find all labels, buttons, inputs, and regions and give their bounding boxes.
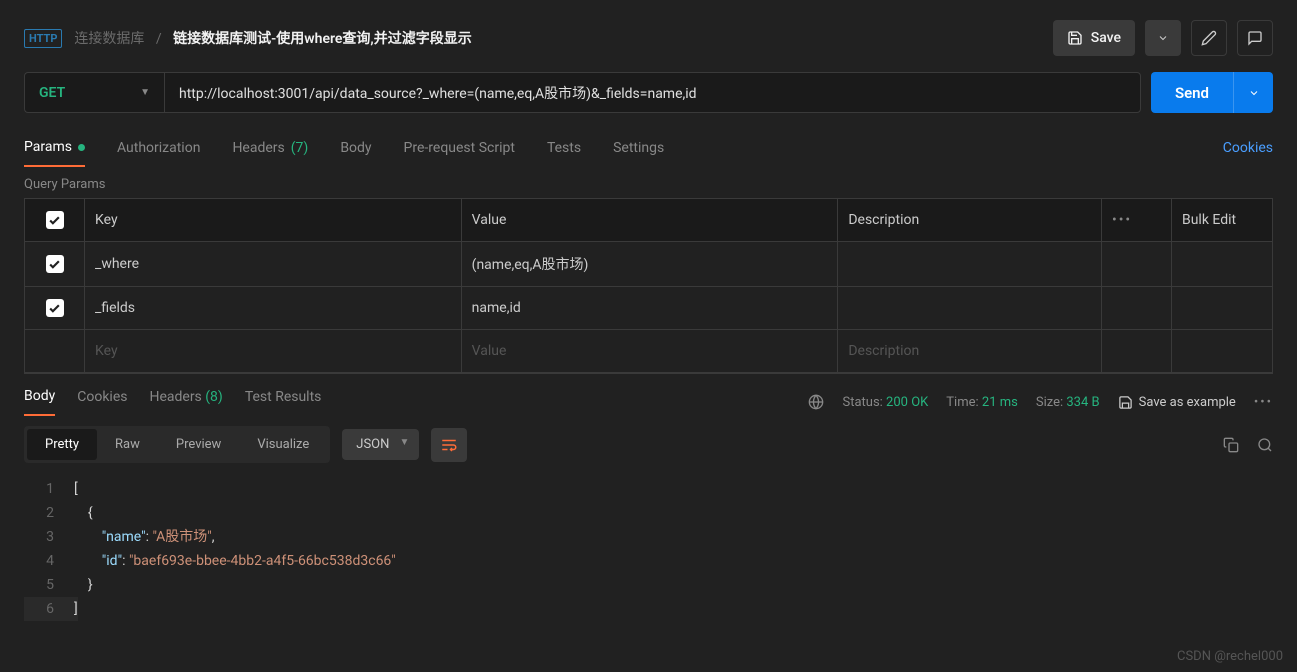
request-row: GET ▼ Send — [0, 72, 1297, 129]
code-line: 5 } — [24, 573, 1273, 597]
copy-icon — [1223, 437, 1239, 453]
value-cell[interactable]: (name,eq,A股市场) — [462, 242, 839, 286]
save-as-example-button[interactable]: Save as example — [1118, 395, 1236, 410]
tab-params[interactable]: Params — [24, 129, 85, 167]
desc-cell[interactable] — [838, 242, 1102, 286]
more-dots-icon: ••• — [1112, 212, 1132, 228]
key-cell[interactable]: _fields — [85, 287, 462, 329]
response-more-button[interactable]: ••• — [1254, 395, 1273, 410]
response-tab-body[interactable]: Body — [24, 388, 55, 416]
cookies-link[interactable]: Cookies — [1223, 130, 1273, 166]
wrap-icon — [440, 436, 458, 454]
response-tab-test-results[interactable]: Test Results — [245, 389, 322, 415]
col-more[interactable]: ••• — [1102, 199, 1172, 241]
code-line: 3 "name": "A股市场", — [24, 525, 1273, 549]
check-all-icon — [46, 211, 64, 229]
code-line: 2 { — [24, 501, 1273, 525]
tab-settings[interactable]: Settings — [613, 130, 664, 166]
comment-button[interactable] — [1237, 20, 1273, 56]
view-tab-raw[interactable]: Raw — [97, 429, 158, 460]
send-group: Send — [1151, 72, 1273, 113]
pencil-icon — [1201, 30, 1217, 46]
method-select[interactable]: GET ▼ — [24, 72, 164, 113]
response-body[interactable]: 1[2 {3 "name": "A股市场",4 "id": "baef693e-… — [0, 473, 1297, 625]
code-line: 6] — [24, 597, 1273, 621]
method-value: GET — [39, 85, 65, 101]
http-icon: HTTP — [24, 29, 62, 48]
send-dropdown-button[interactable] — [1233, 72, 1273, 113]
request-tabs: Params Authorization Headers (7) Body Pre-r… — [0, 129, 1297, 167]
view-tab-pretty[interactable]: Pretty — [27, 429, 97, 460]
chevron-down-icon: ▼ — [399, 437, 409, 448]
breadcrumb: 连接数据库 / 链接数据库测试-使用where查询,并过滤字段显示 — [74, 28, 471, 48]
save-label: Save — [1091, 30, 1121, 46]
col-desc: Description — [838, 199, 1102, 241]
search-button[interactable] — [1257, 437, 1273, 453]
globe-icon[interactable] — [808, 394, 824, 410]
size-group: Size: 334 B — [1036, 395, 1100, 410]
url-input[interactable] — [164, 72, 1141, 113]
chevron-down-icon: ▼ — [140, 87, 150, 98]
save-button[interactable]: Save — [1053, 20, 1135, 56]
key-cell[interactable]: _where — [85, 242, 462, 286]
check-cell[interactable] — [25, 242, 85, 286]
value-placeholder[interactable]: Value — [462, 330, 839, 372]
header-bar: HTTP 连接数据库 / 链接数据库测试-使用where查询,并过滤字段显示 S… — [0, 0, 1297, 72]
tab-headers[interactable]: Headers (7) — [232, 130, 308, 166]
param-row-new[interactable]: Key Value Description — [25, 330, 1272, 373]
save-icon — [1067, 30, 1083, 46]
view-actions — [1223, 437, 1273, 453]
save-dropdown-button[interactable] — [1145, 20, 1181, 56]
code-line: 1[ — [24, 477, 1273, 501]
response-tab-headers[interactable]: Headers (8) — [149, 389, 222, 415]
check-cell — [25, 330, 85, 372]
tab-tests[interactable]: Tests — [547, 130, 581, 166]
tab-body[interactable]: Body — [340, 130, 371, 166]
wrap-lines-button[interactable] — [431, 428, 467, 462]
breadcrumb-separator: / — [156, 31, 162, 47]
response-meta: Status: 200 OK Time: 21 ms Size: 334 B S… — [808, 394, 1273, 410]
watermark: CSDN @rechel000 — [1177, 649, 1283, 664]
time-group: Time: 21 ms — [946, 395, 1018, 410]
code-line: 4 "id": "baef693e-bbee-4bb2-a4f5-66bc538… — [24, 549, 1273, 573]
status-group: Status: 200 OK — [842, 395, 928, 410]
breadcrumb-parent[interactable]: 连接数据库 — [74, 31, 144, 47]
send-button[interactable]: Send — [1151, 72, 1233, 113]
param-row: _where (name,eq,A股市场) — [25, 242, 1272, 287]
desc-cell[interactable] — [838, 287, 1102, 329]
param-row: _fields name,id — [25, 287, 1272, 330]
view-tabs: PrettyRawPreviewVisualize — [24, 426, 330, 463]
col-value: Value — [462, 199, 839, 241]
modified-dot — [78, 144, 85, 151]
check-cell[interactable] — [25, 287, 85, 329]
view-tab-visualize[interactable]: Visualize — [239, 429, 327, 460]
params-header-row: Key Value Description ••• Bulk Edit — [25, 199, 1272, 242]
query-params-label: Query Params — [0, 167, 1297, 198]
desc-placeholder[interactable]: Description — [838, 330, 1102, 372]
tab-authorization[interactable]: Authorization — [117, 130, 200, 166]
edit-button[interactable] — [1191, 20, 1227, 56]
chevron-down-icon — [1248, 87, 1260, 99]
tab-pre-request-script[interactable]: Pre-request Script — [404, 130, 515, 166]
copy-button[interactable] — [1223, 437, 1239, 453]
response-header: Body Cookies Headers (8) Test Results Statu… — [0, 374, 1297, 416]
key-placeholder[interactable]: Key — [85, 330, 462, 372]
search-icon — [1257, 437, 1273, 453]
breadcrumb-title: 链接数据库测试-使用where查询,并过滤字段显示 — [173, 31, 472, 47]
format-select[interactable]: JSON ▼ — [342, 429, 419, 460]
col-key: Key — [85, 199, 462, 241]
view-toolbar: PrettyRawPreviewVisualize JSON ▼ — [0, 416, 1297, 473]
view-tab-preview[interactable]: Preview — [158, 429, 239, 460]
params-table: Key Value Description ••• Bulk Edit _whe… — [24, 198, 1273, 374]
chevron-down-icon — [1157, 32, 1169, 44]
bulk-edit-button[interactable]: Bulk Edit — [1172, 199, 1272, 241]
check-all-cell[interactable] — [25, 199, 85, 241]
response-tab-cookies[interactable]: Cookies — [77, 389, 127, 415]
comment-icon — [1247, 30, 1263, 46]
save-icon — [1118, 395, 1133, 410]
header-actions: Save — [1053, 20, 1273, 56]
value-cell[interactable]: name,id — [462, 287, 839, 329]
